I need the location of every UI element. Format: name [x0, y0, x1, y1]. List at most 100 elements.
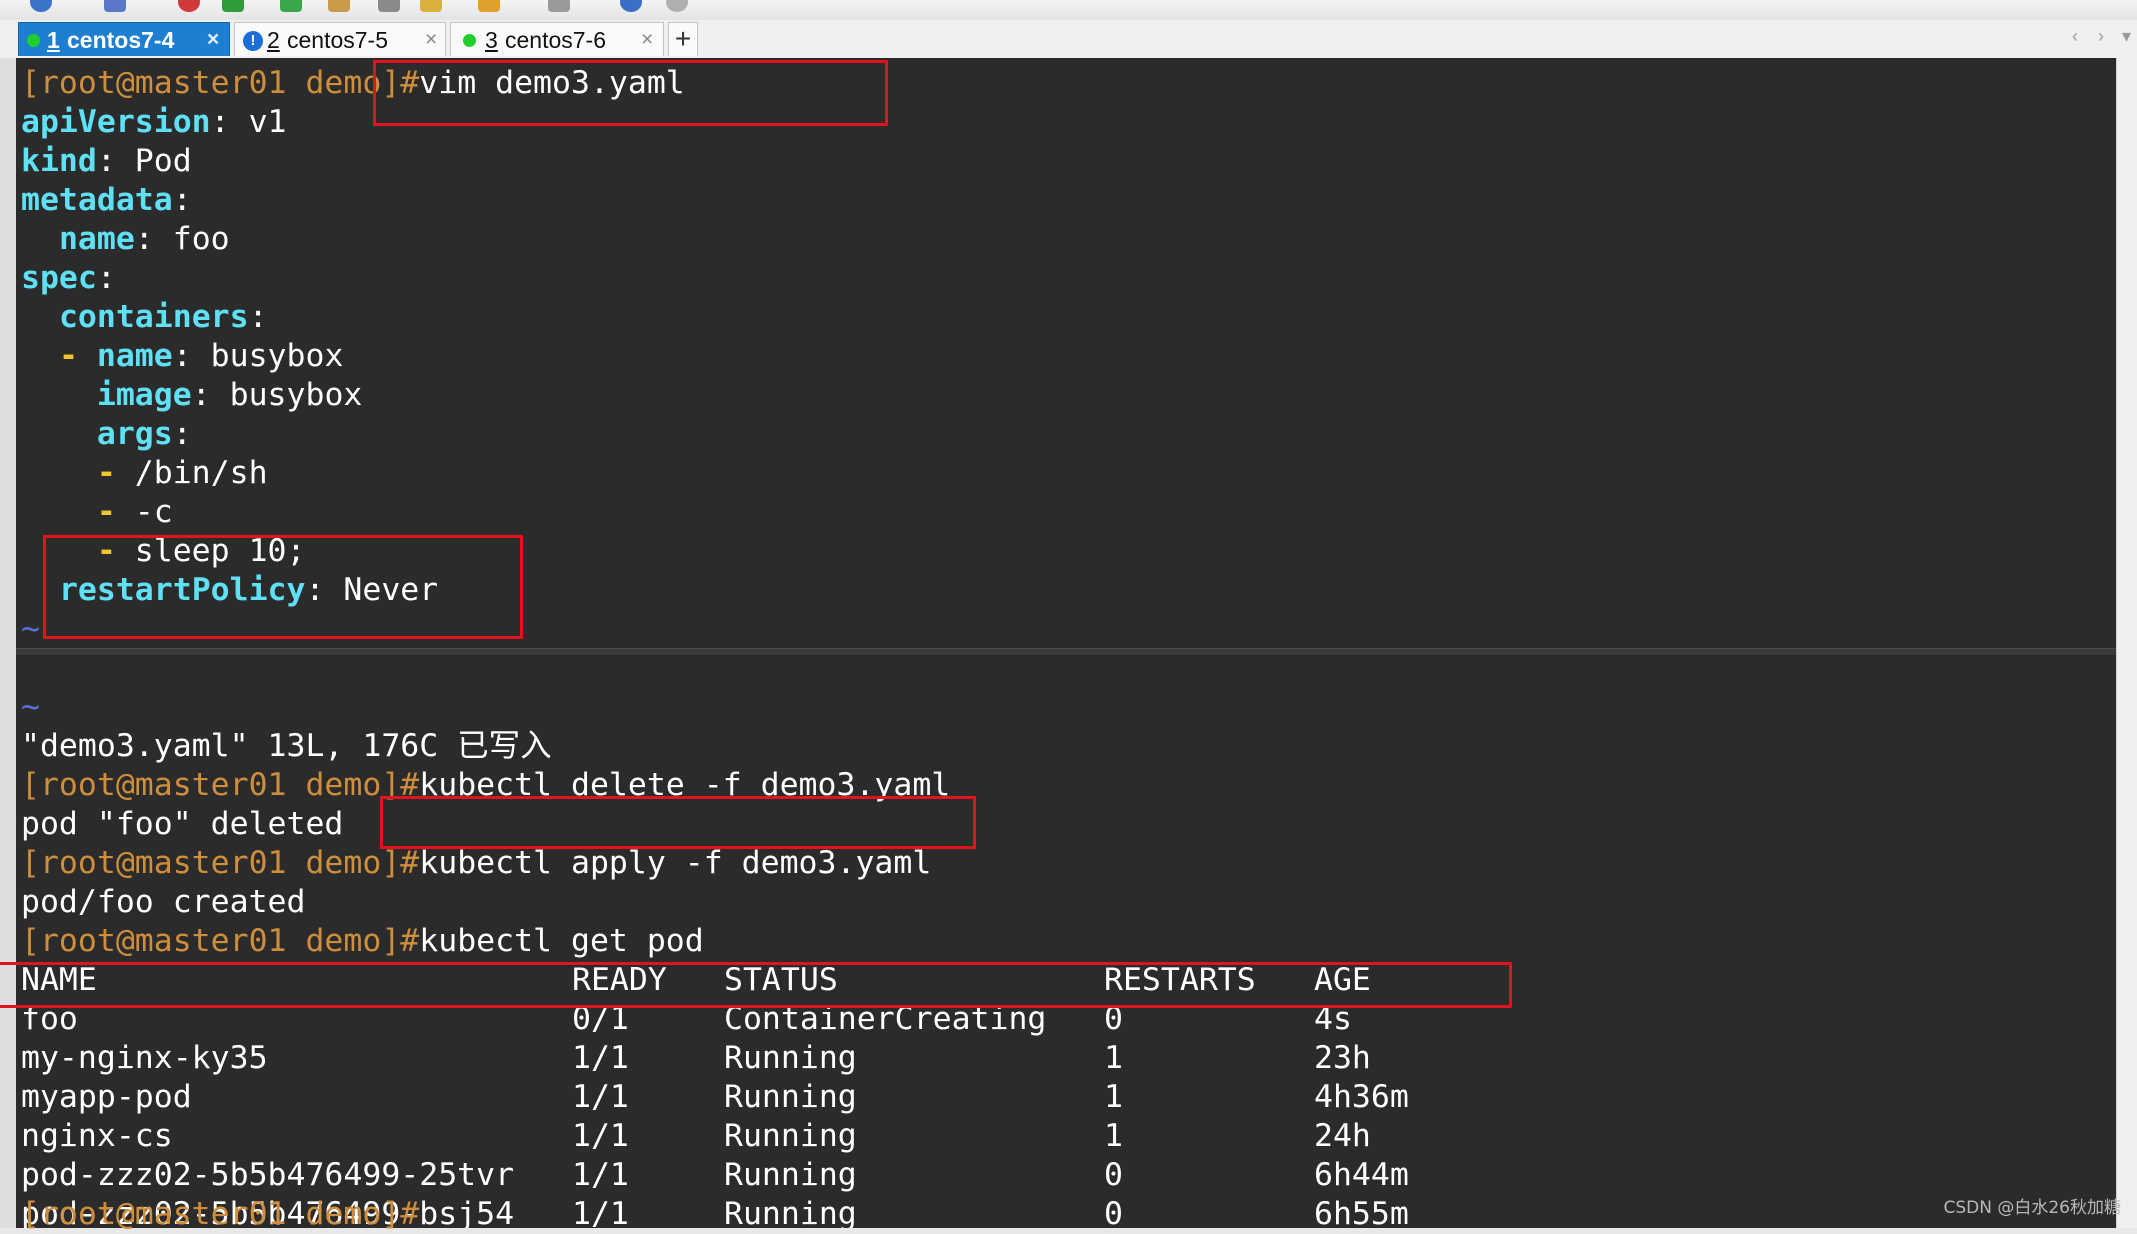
yaml-line: image: busybox [21, 376, 363, 415]
yaml-value: /bin/sh [115, 455, 268, 491]
pod-name: my-nginx-ky35 [21, 1040, 268, 1076]
pod-age: 23h [1314, 1040, 1371, 1076]
yaml-colon: : [172, 182, 192, 218]
window-icon[interactable] [548, 0, 570, 12]
yaml-line: - -c [21, 493, 173, 532]
pod-age: 6h55m [1314, 1196, 1409, 1228]
yaml-value: foo [153, 221, 230, 257]
tab-label: centos7-4 [67, 27, 175, 53]
yaml-key: args [96, 416, 173, 452]
chat-icon[interactable] [666, 0, 688, 12]
session-tab-bar: 1 centos7-4 × ! 2 centos7-5 × 3 centos7-… [0, 20, 2137, 59]
pod-restarts: 1 [1104, 1118, 1123, 1154]
toolbar [0, 0, 2137, 20]
yaml-line: apiVersion: v1 [21, 103, 287, 142]
help-icon[interactable] [620, 0, 642, 12]
keyboard-icon[interactable] [378, 0, 400, 12]
vim-empty-line: ~ [21, 689, 40, 725]
yaml-colon: : [96, 260, 116, 296]
pod-ready: 1/1 [572, 1196, 629, 1228]
prompt: [root@master01 demo]# [21, 845, 420, 881]
terminal[interactable]: [root@master01 demo]#vim demo3.yaml apiV… [16, 58, 2117, 1228]
network-icon[interactable] [280, 0, 302, 12]
command: kubectl get pod [419, 923, 704, 959]
yaml-key: spec [21, 260, 97, 296]
command-output: pod/foo created [21, 884, 306, 920]
highlight-box-restart-policy [43, 535, 523, 639]
tab-number: 2 [267, 27, 280, 53]
status-connected-icon [27, 34, 40, 47]
chevron-right-icon[interactable]: › [2098, 26, 2104, 47]
table-row: my-nginx-ky35 1/1 Running 1 23h [21, 1039, 1521, 1078]
yaml-key: kind [21, 143, 97, 179]
folder-icon[interactable] [478, 0, 500, 12]
globe-icon[interactable] [30, 0, 52, 12]
yaml-colon: : [134, 221, 154, 257]
yaml-colon: : [248, 299, 268, 335]
pod-name: nginx-cs [21, 1118, 173, 1154]
terminal-line: [root@master01 demo]# [21, 1195, 419, 1234]
table-row: pod-zzz02-5b5b476499-25tvr 1/1 Running 0… [21, 1156, 1521, 1195]
yaml-colon: : [191, 377, 211, 413]
vim-empty-line: ~ [21, 611, 40, 647]
pod-status: Running [724, 1079, 857, 1115]
package-icon[interactable] [328, 0, 350, 12]
font-icon[interactable] [104, 0, 126, 12]
yaml-value: Pod [115, 143, 192, 179]
alert-icon: ! [243, 31, 263, 51]
yaml-key: apiVersion [21, 104, 211, 140]
pod-status: Running [724, 1118, 857, 1154]
vim-status-message: "demo3.yaml" 13L, 176C 已写入 [21, 728, 552, 764]
pod-restarts: 0 [1104, 1196, 1123, 1228]
red-tool-icon[interactable] [178, 0, 200, 12]
yaml-key: name [96, 338, 173, 374]
yaml-key: name [58, 221, 135, 257]
pod-age: 24h [1314, 1118, 1371, 1154]
yaml-dash: - [58, 338, 78, 374]
green-tool-icon[interactable] [222, 0, 244, 12]
pane-divider [16, 648, 2117, 655]
edit-icon[interactable] [420, 0, 442, 12]
yaml-value: -c [115, 494, 173, 530]
pod-age: 4h36m [1314, 1079, 1409, 1115]
pod-name: myapp-pod [21, 1079, 192, 1115]
pod-restarts: 1 [1104, 1040, 1123, 1076]
yaml-line: spec: [21, 259, 116, 298]
pod-status: Running [724, 1157, 857, 1193]
yaml-line: kind: Pod [21, 142, 192, 181]
yaml-line: metadata: [21, 181, 192, 220]
pod-ready: 1/1 [572, 1079, 629, 1115]
yaml-colon: : [96, 143, 116, 179]
pod-name: pod-zzz02-5b5b476499-25tvr [21, 1157, 515, 1193]
yaml-colon: : [172, 338, 192, 374]
yaml-dash: - [96, 494, 116, 530]
pod-age: 6h44m [1314, 1157, 1409, 1193]
close-icon[interactable]: × [207, 23, 219, 57]
chevron-down-icon[interactable]: ▾ [2122, 26, 2131, 47]
tab-centos7-4[interactable]: 1 centos7-4 × [18, 22, 230, 56]
vertical-scrollbar[interactable] [2116, 58, 2137, 1228]
yaml-line: - name: busybox [21, 337, 343, 376]
command-output: pod "foo" deleted [21, 806, 344, 842]
close-icon[interactable]: × [425, 23, 437, 57]
yaml-key: containers [58, 299, 249, 335]
yaml-line: containers: [21, 298, 268, 337]
status-connected-icon [463, 34, 476, 47]
tab-centos7-5[interactable]: ! 2 centos7-5 × [234, 22, 446, 56]
tab-label: centos7-5 [287, 27, 389, 53]
terminal-line: [root@master01 demo]#kubectl apply -f de… [21, 844, 931, 883]
close-icon[interactable]: × [641, 23, 653, 57]
left-edge [0, 58, 16, 1228]
prompt: [root@master01 demo]# [21, 767, 420, 803]
new-tab-button[interactable]: + [668, 22, 698, 56]
yaml-line: args: [21, 415, 192, 454]
yaml-value: busybox [191, 338, 344, 374]
chevron-left-icon[interactable]: ‹ [2072, 26, 2078, 47]
yaml-key: metadata [21, 182, 173, 218]
pod-status: Running [724, 1196, 857, 1228]
tab-number: 1 [47, 27, 60, 53]
yaml-value: busybox [210, 377, 363, 413]
terminal-line: [root@master01 demo]#kubectl get pod [21, 922, 704, 961]
table-row: myapp-pod 1/1 Running 1 4h36m [21, 1078, 1521, 1117]
tab-centos7-6[interactable]: 3 centos7-6 × [450, 22, 664, 56]
